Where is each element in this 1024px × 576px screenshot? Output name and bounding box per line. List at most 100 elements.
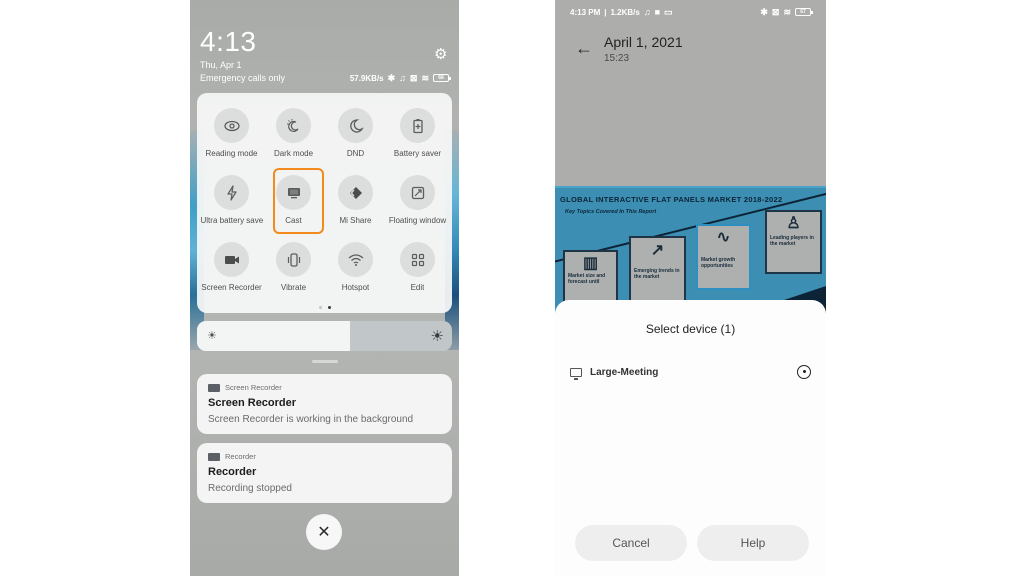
trend-up-icon: ↗ [650,242,665,259]
wifi-icon: ≋ [783,7,791,17]
clear-notifications-button[interactable]: ✕ [306,514,342,550]
eye-icon [214,108,249,143]
video-camera-icon: ■ [654,7,661,17]
page-dot-1[interactable] [318,306,322,309]
bell-muted-icon: ♫ [643,7,651,17]
date: Thu, Apr 1 [200,60,242,70]
back-arrow-icon[interactable]: ← [575,38,593,59]
network-speed: 57.9KB/s [349,73,384,83]
tile-label: Cast [285,216,302,225]
device-name: Large-Meeting [590,366,659,378]
network-speed: 1.2KB/s [610,7,640,17]
bluetooth-icon: ✱ [387,73,396,83]
notification-screen-recorder[interactable]: Screen Recorder Screen Recorder Screen R… [197,374,452,434]
bluetooth-icon: ✱ [760,7,768,17]
tile-screen-recorder[interactable]: Screen Recorder [201,227,263,294]
floating-window-icon [400,175,435,210]
brightness-high-icon: ☀ [430,328,444,345]
line-chart-icon: ∿ [716,229,731,246]
page-subtitle: 15:23 [604,53,630,64]
notification-app-row: Recorder [208,452,441,461]
tile-reading-mode[interactable]: Reading mode [201,93,263,160]
tile-label: Edit [410,283,425,292]
notification-title: Recorder [208,466,257,478]
tile-mi-share[interactable]: Mi Share [325,160,387,227]
monitor-icon [276,175,311,210]
status-time: 4:13 PM [570,7,601,17]
dialog-title: Select device (1) [645,322,736,336]
infographic-box-label: Leading players in the market [770,234,814,248]
tile-label: Mi Share [339,216,372,225]
screenshot-stage: 4:13 Thu, Apr 1 Emergency calls only ⚙ 5… [0,0,1024,576]
tile-floating-window[interactable]: Floating window [387,160,449,227]
video-camera-icon [214,242,249,277]
notification-body: Recording stopped [208,483,292,494]
carrier-status: Emergency calls only [200,73,286,83]
tile-label: Reading mode [205,149,258,158]
close-icon: ✕ [317,524,331,541]
tile-battery-saver[interactable]: Battery saver [387,93,449,160]
tile-dark-mode[interactable]: Dark mode [263,93,325,160]
gear-icon[interactable]: ⚙ [434,47,448,62]
infographic-box-market-growth: ∿ Market growth opportunities [696,224,751,290]
mi-share-icon [338,175,373,210]
tile-vibrate[interactable]: Vibrate [263,227,325,294]
tile-label: Vibrate [280,283,307,292]
recorder-icon [208,452,220,461]
lightning-icon [214,175,249,210]
tile-hotspot[interactable]: Hotspot [325,227,387,294]
help-button[interactable]: Help [697,525,809,561]
page-indicator [197,306,452,309]
infographic-box-label: Emerging trends in the market [634,267,680,281]
tile-dnd[interactable]: DND [325,93,387,160]
page-dot-2[interactable] [327,306,331,309]
tile-label: Screen Recorder [201,283,262,292]
quick-settings-panel: Reading mode Dark mode DND Battery saver… [197,93,452,313]
tile-label: Battery saver [393,149,442,158]
brightness-low-icon: ☀ [207,330,217,342]
tile-edit[interactable]: Edit [387,227,449,294]
tile-label: Floating window [388,216,447,225]
notification-app-row: Screen Recorder [208,383,441,392]
cancel-button[interactable]: Cancel [575,525,687,561]
infographic-box-label: Market growth opportunities [701,256,736,270]
connecting-spinner-icon [797,365,811,379]
infographic-box-leading-players: ♙ Leading players in the market [765,210,822,274]
infographic-title: GLOBAL INTERACTIVE FLAT PANELS MARKET 20… [560,195,783,204]
shade-drag-handle[interactable] [312,360,338,363]
status-bar-left: 4:13 PM | 1.2KB/s ♫ ■ ▭ [570,7,673,17]
sim-off-icon: ⊠ [409,73,418,83]
sim-off-icon: ⊠ [771,7,780,17]
brightness-fill [197,321,350,351]
infographic-box-emerging-trends: ↗ Emerging trends in the market [629,236,686,306]
notification-shade-screen: 4:13 Thu, Apr 1 Emergency calls only ⚙ 5… [190,0,459,576]
tile-label: Ultra battery saver [200,216,263,225]
tile-label: Dark mode [273,149,314,158]
brightness-slider[interactable]: ☀ ☀ [197,321,452,351]
notification-app-name: Recorder [225,452,256,461]
bar-chart-icon: ▥ [582,255,599,272]
tile-cast[interactable]: Cast [263,160,325,234]
notification-app-name: Screen Recorder [225,383,282,392]
infographic-image: GLOBAL INTERACTIVE FLAT PANELS MARKET 20… [555,186,826,316]
hotspot-icon [338,242,373,277]
bell-muted-icon: ♫ [399,73,406,83]
status-bar: 4:13 PM | 1.2KB/s ♫ ■ ▭ ✱ ⊠ ≋ 67 [570,6,813,18]
recorder-icon: ▭ [664,7,673,17]
vibrate-icon [276,242,311,277]
dark-mode-icon [276,108,311,143]
device-item[interactable]: Large-Meeting [570,362,811,382]
wifi-icon: ≋ [421,73,429,83]
notification-title: Screen Recorder [208,397,297,409]
status-bar-icons: 57.9KB/s ✱ ♫ ⊠ ≋ 68 [349,73,451,83]
person-icon: ♙ [786,215,801,232]
clock: 4:13 [200,26,257,57]
status-bar-right: ✱ ⊠ ≋ 67 [760,7,813,17]
status-divider: | [604,7,607,17]
moon-icon [338,108,373,143]
tile-ultra-battery-saver[interactable]: Ultra battery saver [201,160,263,227]
select-device-dialog: Select device (1) Large-Meeting Cancel H… [555,300,826,576]
notification-recorder[interactable]: Recorder Recorder Recording stopped [197,443,452,503]
infographic-subtitle: Key Topics Covered In This Report [565,209,657,215]
battery-icon: 68 [433,74,451,82]
